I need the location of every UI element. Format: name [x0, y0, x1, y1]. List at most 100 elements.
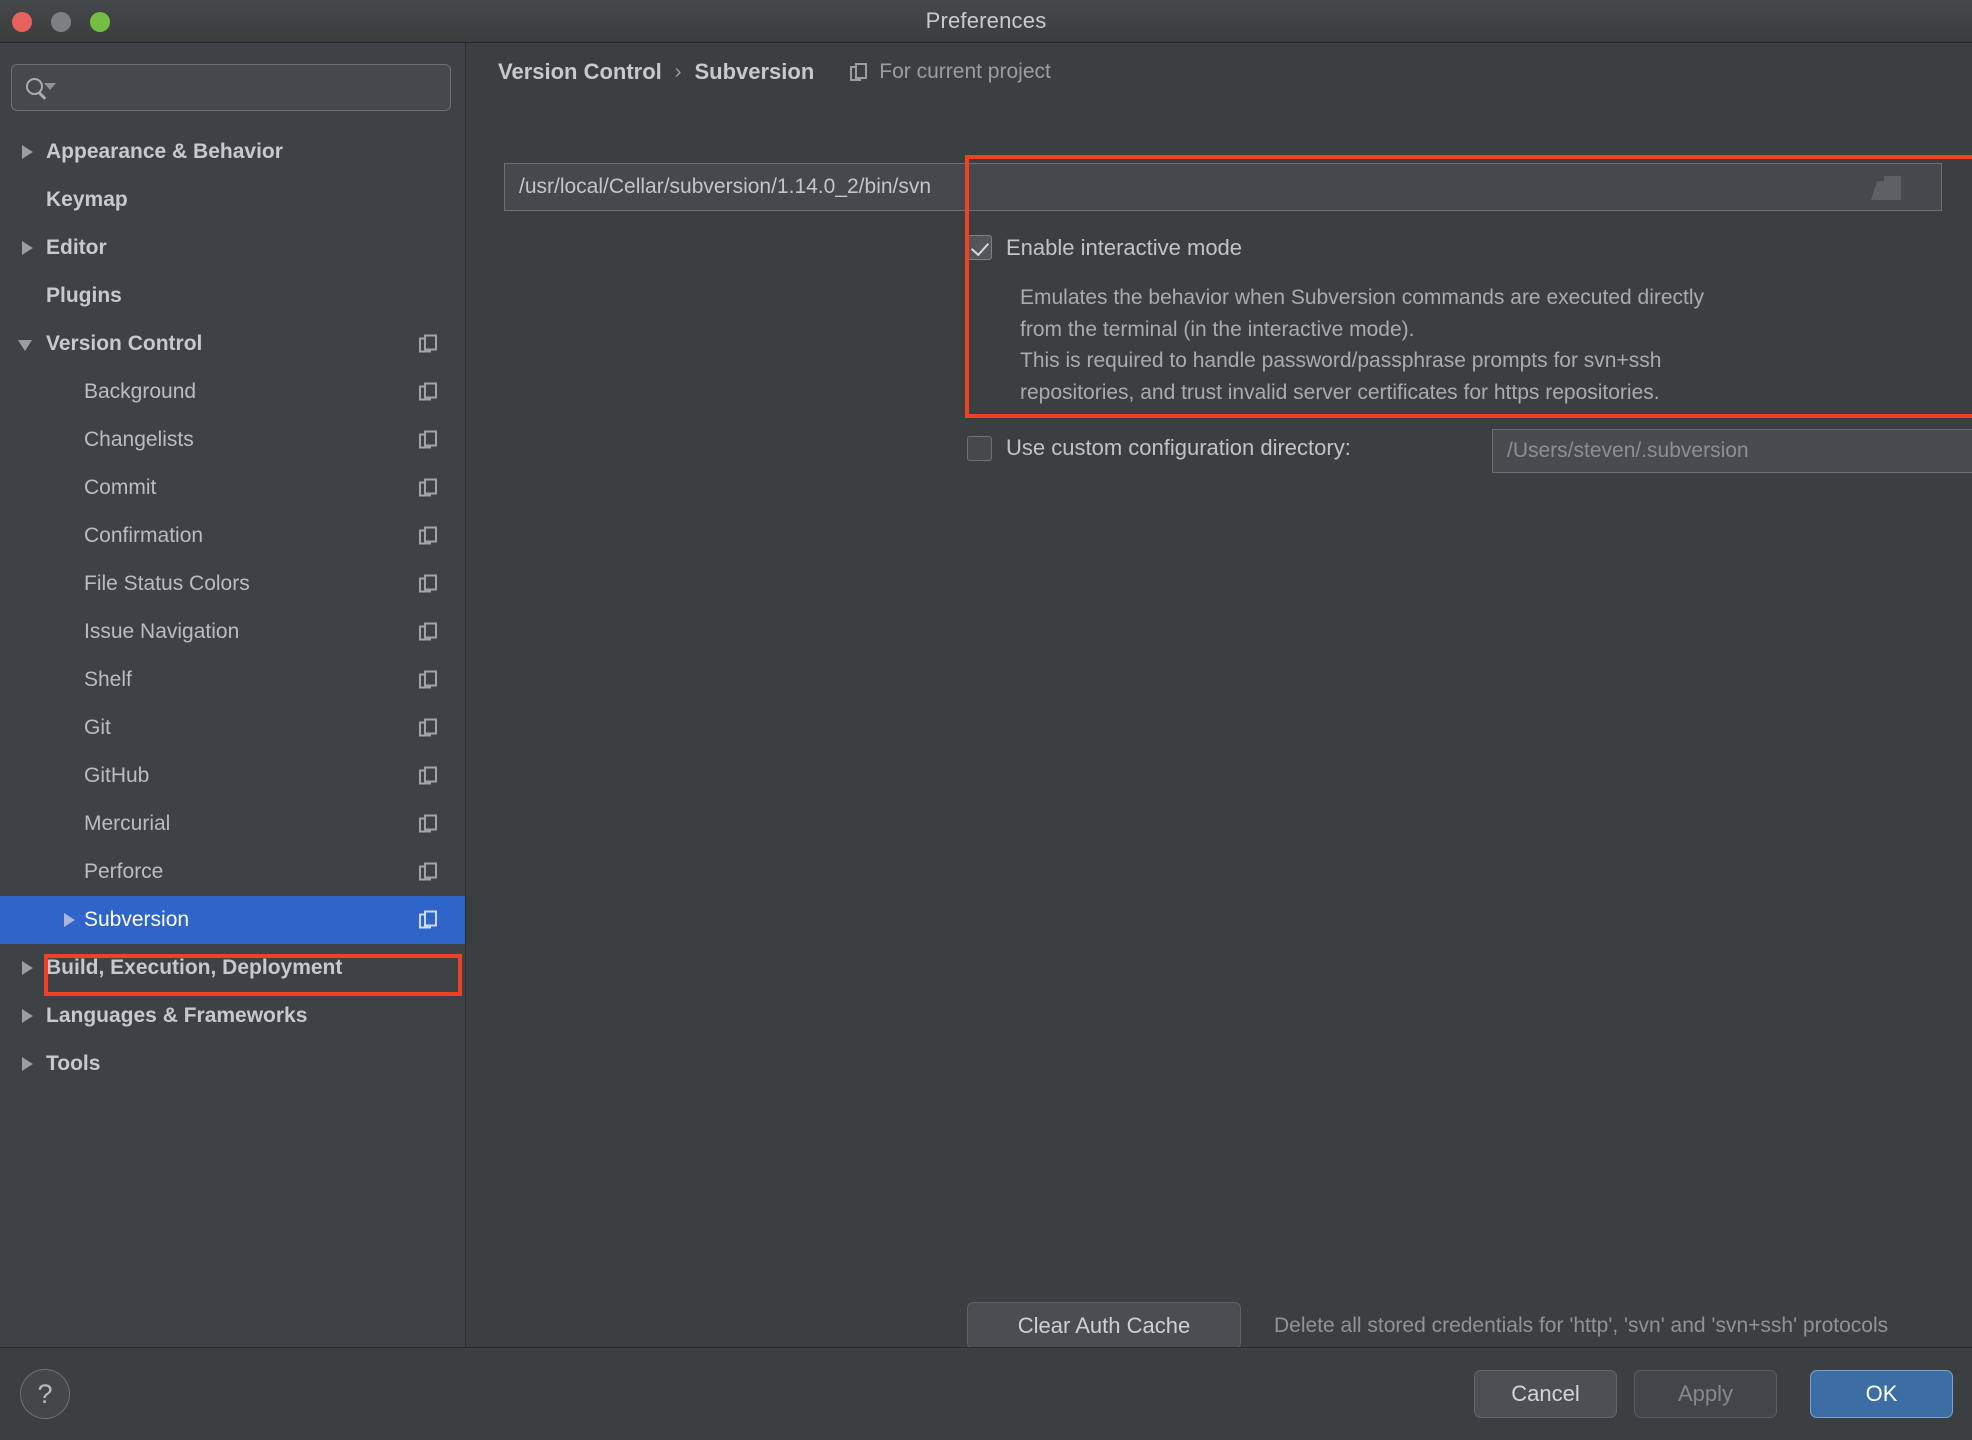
copy-icon[interactable] — [419, 622, 438, 642]
sidebar-item-label: Background — [84, 380, 197, 403]
copy-icon[interactable] — [419, 766, 438, 786]
ok-button[interactable]: OK — [1810, 1370, 1953, 1418]
sidebar-item-changelists[interactable]: Changelists — [0, 416, 465, 464]
sidebar-item-git[interactable]: Git — [0, 704, 465, 752]
sidebar-item-label: Shelf — [84, 668, 132, 691]
custom-config-directory-value: /Users/steven/.subversion — [1507, 439, 1749, 462]
apply-button[interactable]: Apply — [1634, 1370, 1777, 1418]
chevron-right-icon[interactable] — [16, 1005, 38, 1027]
sidebar-item-build-execution-deployment[interactable]: Build, Execution, Deployment — [0, 944, 465, 992]
enable-interactive-mode-row[interactable]: Enable interactive mode — [967, 235, 1242, 261]
sidebar-item-label: Subversion — [84, 908, 190, 931]
copy-icon — [850, 62, 868, 82]
sidebar-item-background[interactable]: Background — [0, 368, 465, 416]
sidebar-item-label: Commit — [84, 476, 157, 499]
chevron-right-icon[interactable] — [16, 141, 38, 163]
preferences-window: Preferences Appearance & Behavior Keymap E… — [0, 0, 1972, 1440]
sidebar-item-label: Build, Execution, Deployment — [46, 956, 343, 979]
breadcrumb-separator-icon: › — [674, 60, 682, 83]
help-button[interactable]: ? — [20, 1369, 70, 1419]
breadcrumb-current: Subversion — [694, 59, 815, 84]
copy-icon[interactable] — [419, 526, 438, 546]
sidebar-item-label: Perforce — [84, 860, 164, 883]
sidebar-item-confirmation[interactable]: Confirmation — [0, 512, 465, 560]
search-input[interactable] — [11, 64, 451, 111]
enable-interactive-mode-label: Enable interactive mode — [1006, 235, 1243, 260]
sidebar-item-file-status-colors[interactable]: File Status Colors — [0, 560, 465, 608]
sidebar-item-label: Issue Navigation — [84, 620, 240, 643]
project-scope-label: For current project — [850, 60, 1051, 84]
sidebar-item-subversion[interactable]: Subversion — [0, 896, 465, 944]
copy-icon[interactable] — [419, 862, 438, 882]
chevron-right-icon[interactable] — [16, 1053, 38, 1075]
window-title: Preferences — [925, 8, 1047, 33]
custom-config-directory-input[interactable]: /Users/steven/.subversion — [1492, 429, 1972, 473]
copy-icon[interactable] — [419, 574, 438, 594]
breadcrumb: Version Control › Subversion For current… — [498, 59, 1051, 85]
chevron-down-icon[interactable] — [16, 333, 38, 355]
description-line: from the terminal (in the interactive mo… — [1020, 317, 1415, 341]
search-field-wrapper — [11, 64, 451, 111]
sidebar-item-appearance-behavior[interactable]: Appearance & Behavior — [0, 128, 465, 176]
sidebar-item-editor[interactable]: Editor — [0, 224, 465, 272]
sidebar-item-version-control[interactable]: Version Control — [0, 320, 465, 368]
enable-interactive-mode-checkbox[interactable] — [967, 235, 992, 260]
dialog-footer: ? Cancel Apply OK — [0, 1347, 1972, 1440]
sidebar-item-label: Tools — [46, 1052, 101, 1075]
sidebar-item-mercurial[interactable]: Mercurial — [0, 800, 465, 848]
chevron-right-icon[interactable] — [16, 957, 38, 979]
settings-tree: Appearance & Behavior Keymap Editor Plugins… — [0, 128, 465, 1088]
sidebar-item-label: Editor — [46, 236, 107, 259]
sidebar-item-plugins[interactable]: Plugins — [0, 272, 465, 320]
sidebar-item-label: Mercurial — [84, 812, 171, 835]
sidebar-item-keymap[interactable]: Keymap — [0, 176, 465, 224]
copy-icon[interactable] — [419, 334, 438, 354]
sidebar-item-perforce[interactable]: Perforce — [0, 848, 465, 896]
breadcrumb-parent[interactable]: Version Control — [498, 59, 662, 85]
title-bar: Preferences — [0, 0, 1972, 43]
sidebar-item-label: Changelists — [84, 428, 194, 451]
use-custom-config-row[interactable]: Use custom configuration directory: — [967, 435, 1351, 461]
sidebar-item-shelf[interactable]: Shelf — [0, 656, 465, 704]
sidebar-item-github[interactable]: GitHub — [0, 752, 465, 800]
copy-icon[interactable] — [419, 478, 438, 498]
settings-detail-panel: Version Control › Subversion For current… — [467, 43, 1972, 1349]
sidebar-item-label: Git — [84, 716, 111, 739]
chevron-right-icon[interactable] — [16, 237, 38, 259]
copy-icon[interactable] — [419, 430, 438, 450]
sidebar-item-label: Languages & Frameworks — [46, 1004, 308, 1027]
clear-auth-cache-button[interactable]: Clear Auth Cache — [967, 1302, 1241, 1349]
sidebar-item-label: Plugins — [46, 284, 122, 307]
copy-icon[interactable] — [419, 382, 438, 402]
sidebar-item-tools[interactable]: Tools — [0, 1040, 465, 1088]
folder-browse-icon[interactable] — [1871, 175, 1903, 201]
copy-icon[interactable] — [419, 814, 438, 834]
sidebar-item-languages-frameworks[interactable]: Languages & Frameworks — [0, 992, 465, 1040]
sidebar-item-label: GitHub — [84, 764, 150, 787]
cancel-button[interactable]: Cancel — [1474, 1370, 1617, 1418]
sidebar-item-label: Confirmation — [84, 524, 204, 547]
sidebar-item-commit[interactable]: Commit — [0, 464, 465, 512]
svn-executable-path-value: /usr/local/Cellar/subversion/1.14.0_2/bi… — [519, 175, 932, 198]
copy-icon[interactable] — [419, 910, 438, 930]
copy-icon[interactable] — [419, 718, 438, 738]
search-icon — [26, 77, 56, 100]
chevron-right-icon[interactable] — [58, 909, 80, 931]
copy-icon[interactable] — [419, 670, 438, 690]
project-scope-text: For current project — [879, 60, 1051, 83]
use-custom-config-checkbox[interactable] — [967, 435, 992, 461]
sidebar-item-issue-navigation[interactable]: Issue Navigation — [0, 608, 465, 656]
sidebar-item-label: Version Control — [46, 332, 203, 355]
svn-executable-path-input[interactable]: /usr/local/Cellar/subversion/1.14.0_2/bi… — [504, 163, 1942, 211]
